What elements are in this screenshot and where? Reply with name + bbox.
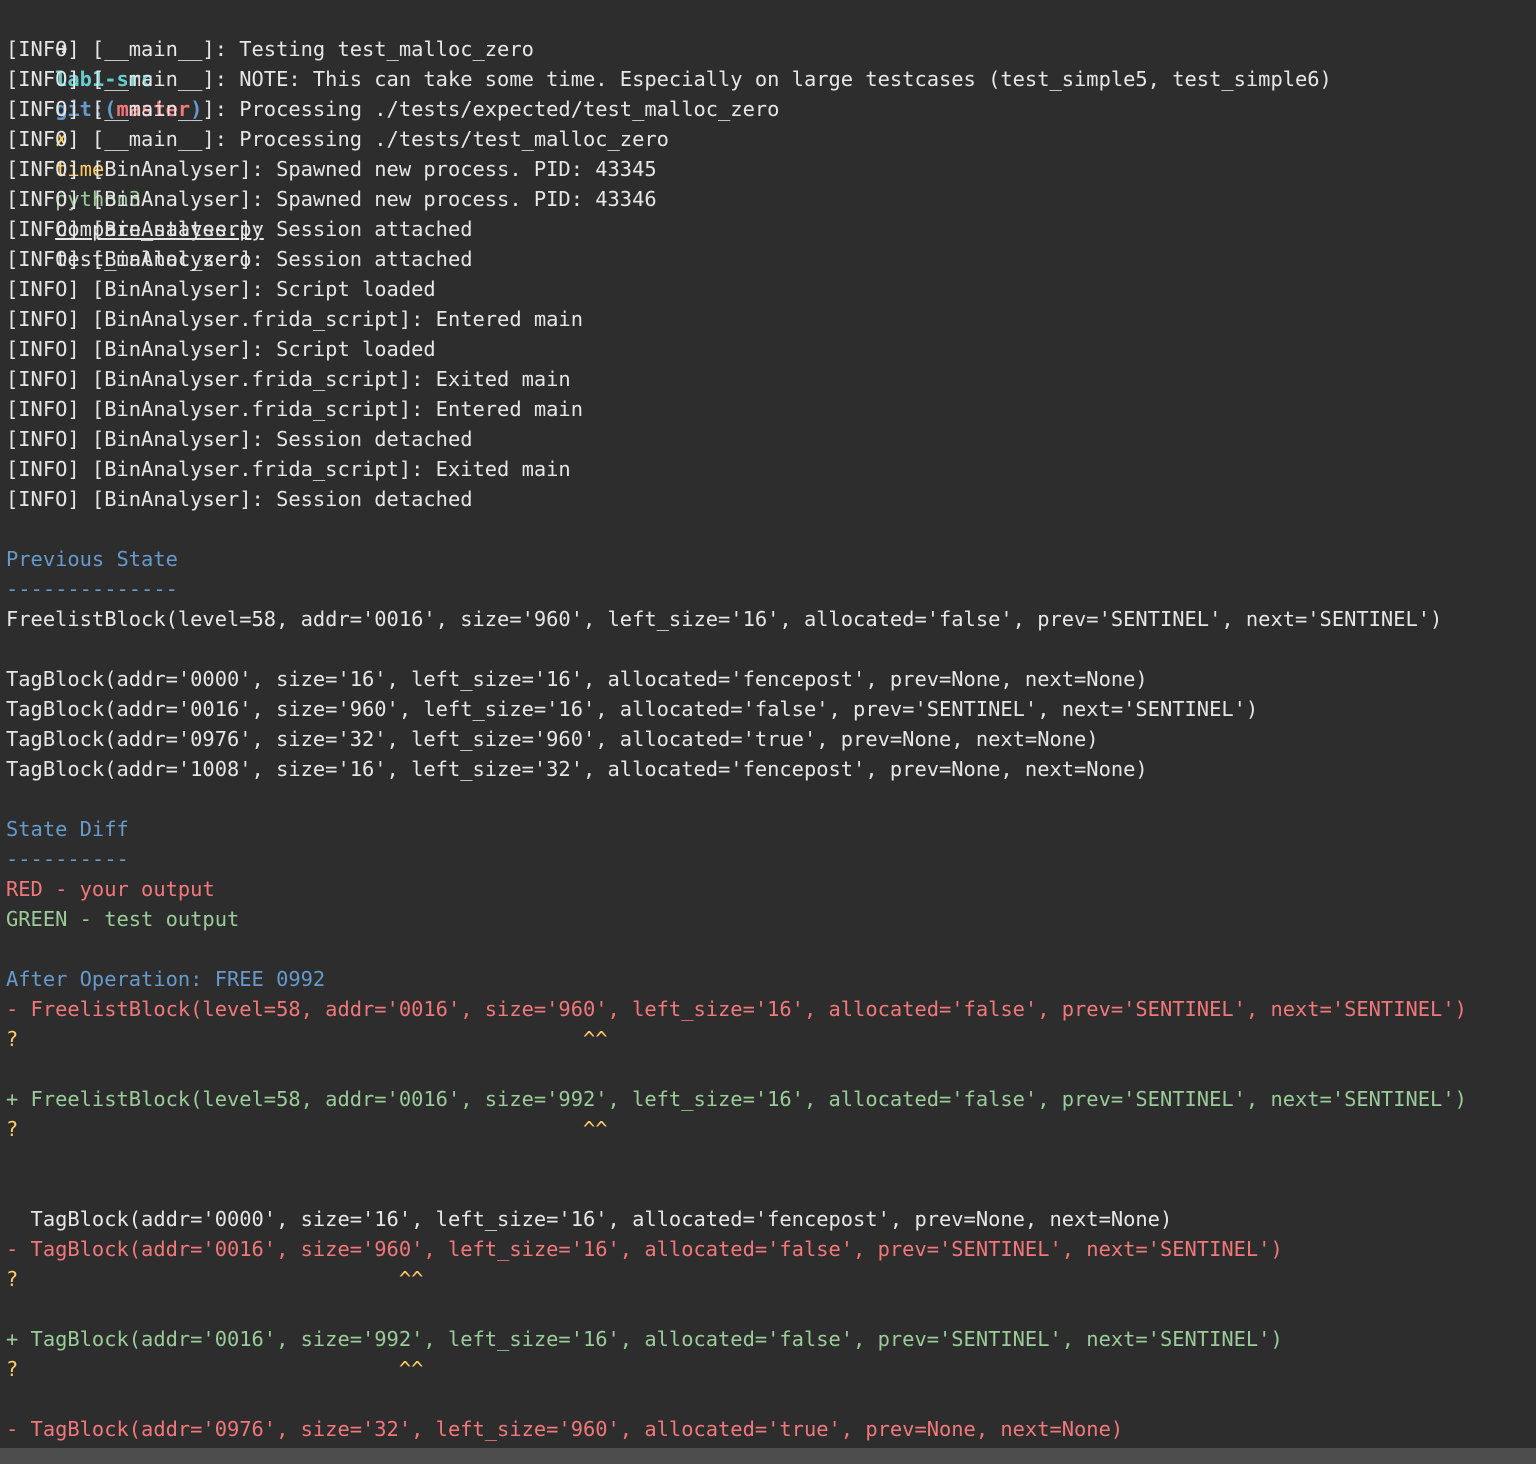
log-line: [INFO] [BinAnalyser]: Script loaded — [6, 337, 436, 361]
tag-block: TagBlock(addr='1008', size='16', left_si… — [6, 757, 1148, 781]
previous-state-title: Previous State — [6, 547, 178, 571]
log-line: [INFO] [BinAnalyser.frida_script]: Exite… — [6, 457, 571, 481]
log-line: [INFO] [BinAnalyser.frida_script]: Enter… — [6, 307, 583, 331]
diff-unchanged-line: TagBlock(addr='0000', size='16', left_si… — [6, 1207, 1173, 1231]
state-diff-title: State Diff — [6, 817, 129, 841]
log-line: [INFO] [BinAnalyser]: Session detached — [6, 487, 473, 511]
log-line: [INFO] [BinAnalyser]: Session attached — [6, 217, 473, 241]
legend-red: RED - your output — [6, 877, 215, 901]
diff-removed-line: - FreelistBlock(level=58, addr='0016', s… — [6, 997, 1467, 1021]
freelist-block: FreelistBlock(level=58, addr='0016', siz… — [6, 607, 1443, 631]
diff-removed-line: - TagBlock(addr='0976', size='32', left_… — [6, 1417, 1124, 1441]
log-line: [INFO] [__main__]: Processing ./tests/te… — [6, 127, 669, 151]
diff-removed-line: - TagBlock(addr='0016', size='960', left… — [6, 1237, 1283, 1261]
legend-green: GREEN - test output — [6, 907, 240, 931]
horizontal-scrollbar[interactable] — [0, 1448, 1536, 1464]
log-line: [INFO] [__main__]: Processing ./tests/ex… — [6, 97, 780, 121]
log-line: [INFO] [BinAnalyser.frida_script]: Enter… — [6, 397, 583, 421]
log-line: [INFO] [__main__]: NOTE: This can take s… — [6, 67, 1332, 91]
operation-heading: After Operation: FREE 0992 — [6, 967, 326, 991]
diff-added-line: + FreelistBlock(level=58, addr='0016', s… — [6, 1087, 1467, 1111]
tag-block: TagBlock(addr='0976', size='32', left_si… — [6, 727, 1099, 751]
previous-state-underline: -------------- — [6, 577, 178, 601]
shell-prompt-line: ➜ lab1-src git:(master) ✗ time python3 c… — [6, 4, 264, 271]
log-line: [INFO] [__main__]: Testing test_malloc_z… — [6, 37, 534, 61]
state-diff-underline: ---------- — [6, 847, 129, 871]
diff-hint-line: ? ^^ — [6, 1117, 608, 1141]
tag-block: TagBlock(addr='0000', size='16', left_si… — [6, 667, 1148, 691]
log-line: [INFO] [BinAnalyser]: Spawned new proces… — [6, 157, 657, 181]
log-line: [INFO] [BinAnalyser]: Session attached — [6, 247, 473, 271]
diff-added-line: + TagBlock(addr='0016', size='992', left… — [6, 1327, 1283, 1351]
log-line: [INFO] [BinAnalyser.frida_script]: Exite… — [6, 367, 571, 391]
tag-block: TagBlock(addr='0016', size='960', left_s… — [6, 697, 1259, 721]
log-line: [INFO] [BinAnalyser]: Script loaded — [6, 277, 436, 301]
diff-hint-line: ? ^^ — [6, 1027, 608, 1051]
diff-hint-line: ? ^^ — [6, 1357, 424, 1381]
log-line: [INFO] [BinAnalyser]: Spawned new proces… — [6, 187, 657, 211]
diff-hint-line: ? ^^ — [6, 1267, 424, 1291]
terminal-window[interactable]: ➜ lab1-src git:(master) ✗ time python3 c… — [0, 0, 1536, 1448]
log-line: [INFO] [BinAnalyser]: Session detached — [6, 427, 473, 451]
